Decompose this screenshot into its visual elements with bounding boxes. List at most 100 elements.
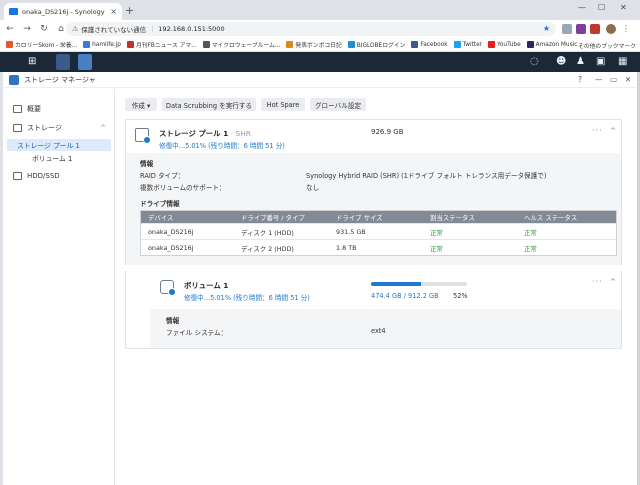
sidebar-item-overview[interactable]: 概要: [3, 102, 114, 116]
browser-menu-icon[interactable]: ⋮: [622, 24, 632, 34]
more-options-icon[interactable]: ···: [592, 277, 603, 286]
extension-icon[interactable]: [562, 24, 572, 34]
maximize-icon[interactable]: ▭: [610, 75, 617, 84]
main-content: 作成 ▾ Data Scrubbing を実行する Hot Spare グローバ…: [116, 89, 637, 485]
volume-usage-fill: [371, 282, 421, 286]
global-settings-button[interactable]: グローバル設定: [310, 98, 366, 111]
bookmark-favicon-icon: [202, 41, 210, 48]
browser-tab[interactable]: onaka_DS216j - Synology DiskSt ×: [4, 3, 122, 20]
bookmark-label: カロリーSkom - 栄養...: [15, 43, 78, 49]
sidebar-item-volume[interactable]: ボリューム 1: [7, 152, 111, 164]
other-bookmarks[interactable]: その他のブックマーク: [578, 38, 636, 52]
url-separator: |: [151, 25, 154, 33]
allocation-status: 正常: [430, 244, 443, 253]
sidebar-item-label: 概要: [27, 105, 41, 113]
table-row[interactable]: onaka_DS216j ディスク 1 (HDD) 931.5 GB 正常 正常: [141, 223, 616, 239]
bookmark-item[interactable]: BIGLOBEログイン: [347, 40, 406, 49]
security-label: 保護されていない通信: [81, 26, 147, 34]
notifications-icon[interactable]: ◌: [530, 56, 539, 67]
filesystem-value: ext4: [371, 327, 386, 335]
table-cell: 1.8 TB: [336, 244, 357, 252]
bookmark-item[interactable]: hamlife.jp: [83, 41, 121, 48]
bookmark-favicon-icon: [347, 41, 355, 48]
bookmark-item[interactable]: YouTube: [488, 41, 521, 48]
more-options-icon[interactable]: ···: [592, 126, 603, 135]
hot-spare-button[interactable]: Hot Spare: [261, 98, 305, 111]
main-menu-icon[interactable]: ⊞: [28, 56, 36, 67]
volume-used-text: 474.4 GB / 912.2 GB: [371, 292, 439, 300]
new-tab-button[interactable]: +: [125, 4, 134, 17]
help-icon[interactable]: ?: [578, 75, 582, 84]
tab-title: onaka_DS216j - Synology DiskSt: [22, 7, 107, 16]
table-cell: 931.5 GB: [336, 228, 366, 236]
sidebar-item-hdd[interactable]: HDD/SSD: [3, 169, 114, 183]
bookmark-favicon-icon: [411, 41, 419, 48]
table-row[interactable]: onaka_DS216j ディスク 2 (HDD) 1.8 TB 正常 正常: [141, 239, 616, 255]
bookmark-star-icon[interactable]: ★: [543, 24, 550, 33]
bookmark-label: マイクロウェーブルーム...: [211, 43, 281, 49]
user-options-icon[interactable]: ☻: [556, 56, 566, 67]
volume-title: ボリューム 1: [184, 281, 229, 290]
bookmark-item[interactable]: 月刊FBニュース アマ...: [126, 40, 197, 49]
sidebar-item-storage-pool[interactable]: ストレージ プール 1: [7, 139, 111, 151]
data-scrubbing-button[interactable]: Data Scrubbing を実行する: [162, 98, 256, 111]
column-header[interactable]: ドライブ番号 / タイプ: [241, 211, 305, 223]
bookmark-item[interactable]: Facebook: [411, 41, 448, 48]
chevron-up-icon[interactable]: ^: [610, 127, 616, 135]
reload-button[interactable]: ↻: [37, 24, 51, 34]
forward-button[interactable]: →: [20, 24, 34, 34]
chevron-up-icon[interactable]: ^: [610, 278, 616, 286]
profile-avatar[interactable]: [606, 24, 616, 34]
window-title-bar[interactable]: ストレージ マネージャ: [3, 72, 637, 88]
file-station-taskbar-icon[interactable]: [56, 54, 70, 70]
window-close-icon[interactable]: ✕: [620, 3, 627, 12]
tab-close-icon[interactable]: ×: [110, 7, 117, 16]
bookmark-favicon-icon: [286, 41, 294, 48]
chevron-up-icon[interactable]: ^: [100, 124, 106, 132]
storage-pool-panel: ストレージ プール 1 · SHR 修復中...5.01% (残り時間：6 時間…: [125, 119, 622, 265]
bookmark-favicon-icon: [126, 41, 134, 48]
column-header[interactable]: ドライブ サイズ: [336, 211, 383, 223]
bookmark-item[interactable]: Amazon Music: [526, 41, 577, 48]
sidebar: 概要 ストレージ ^ ストレージ プール 1 ボリューム 1 HDD/SSD: [3, 89, 115, 485]
create-button[interactable]: 作成 ▾: [125, 98, 157, 111]
pool-status: 修復中...5.01% (残り時間：6 時間 51 分): [159, 142, 285, 150]
bookmark-item[interactable]: 発表ボンボコ日記: [286, 40, 342, 49]
bookmark-item[interactable]: カロリーSkom - 栄養...: [6, 40, 77, 49]
window-maximize-icon[interactable]: ☐: [598, 3, 605, 12]
window-minimize-icon[interactable]: —: [578, 3, 586, 12]
bookmark-label: Twitter: [462, 41, 483, 48]
sidebar-item-storage[interactable]: ストレージ ^: [3, 121, 114, 135]
column-header[interactable]: デバイス: [148, 211, 173, 223]
table-cell: onaka_DS216j: [148, 244, 194, 252]
table-cell: onaka_DS216j: [148, 228, 194, 236]
close-icon[interactable]: ✕: [625, 75, 631, 84]
bookmark-label: BIGLOBEログイン: [356, 43, 406, 49]
sidebar-item-label: ボリューム 1: [32, 155, 73, 163]
info-header: 情報: [140, 160, 154, 168]
column-header[interactable]: ヘルス ステータス: [524, 211, 577, 223]
pool-title: ストレージ プール 1 · SHR: [159, 128, 251, 139]
search-icon[interactable]: ▣: [596, 56, 605, 67]
person-icon[interactable]: ♟: [576, 56, 585, 67]
bookmark-item[interactable]: Twitter: [453, 41, 483, 48]
storage-manager-taskbar-icon[interactable]: [78, 54, 92, 70]
pool-info-section: 情報 RAID タイプ： Synology Hybrid RAID (SHR) …: [126, 153, 621, 265]
onenote-extension-icon[interactable]: [576, 24, 586, 34]
bookmarks-bar: カロリーSkom - 栄養... hamlife.jp 月刊FBニュース アマ...…: [0, 38, 640, 52]
warning-icon: ⚠: [72, 25, 79, 33]
dsm-taskbar: ⊞ ◌ ☻ ♟ ▣ ▦: [0, 52, 640, 72]
raid-type-label: RAID タイプ：: [140, 172, 185, 180]
bookmark-favicon-icon: [488, 41, 496, 48]
column-header[interactable]: 割当ステータス: [430, 211, 475, 223]
address-bar[interactable]: ⚠ 保護されていない通信 | 192.168.0.151:5000 ★: [66, 22, 556, 36]
widgets-icon[interactable]: ▦: [618, 56, 627, 67]
back-button[interactable]: ←: [3, 24, 17, 34]
drive-info-header: ドライブ情報: [140, 200, 180, 208]
drive-table: デバイス ドライブ番号 / タイプ ドライブ サイズ 割当ステータス ヘルス ス…: [140, 210, 617, 256]
extension-icon[interactable]: [590, 24, 600, 34]
repair-badge-icon: [143, 136, 151, 144]
bookmark-item[interactable]: マイクロウェーブルーム...: [202, 40, 281, 49]
table-cell: ディスク 2 (HDD): [241, 244, 294, 253]
minimize-icon[interactable]: —: [595, 75, 603, 84]
